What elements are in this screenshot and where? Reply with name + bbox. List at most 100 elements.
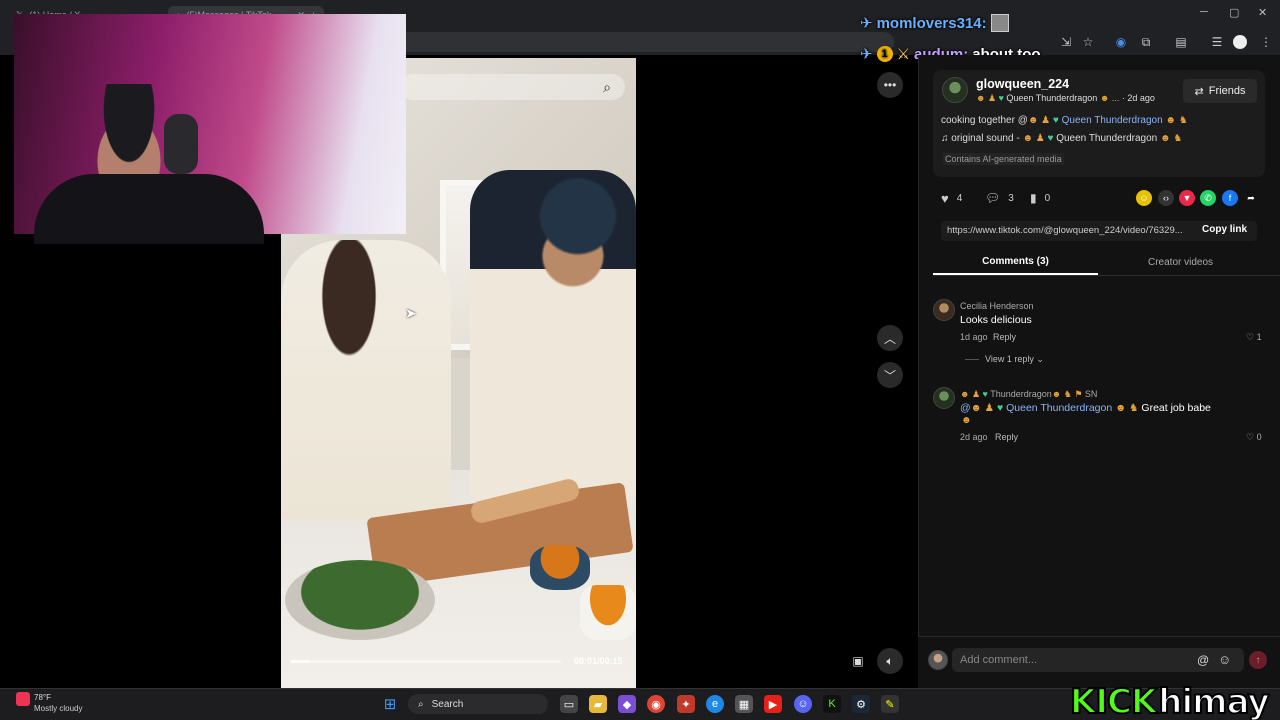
divider [965, 359, 979, 360]
heart-emoji-icon: ♥ [1047, 133, 1057, 144]
edge-icon[interactable]: e [706, 695, 724, 713]
comment-text: Looks delicious [960, 314, 1032, 326]
tab-comments[interactable]: Comments (3) [933, 250, 1098, 275]
post-url[interactable]: https://www.tiktok.com/@glowqueen_224/vi… [947, 225, 1197, 236]
bookmark-icon: ▮ [1030, 191, 1037, 205]
youtube-icon[interactable]: ▶ [764, 695, 782, 713]
bookmark-star-icon[interactable]: ☆ [1080, 34, 1096, 50]
music-note-icon: ♫ [941, 133, 952, 144]
windows-start-icon[interactable]: ⊞ [381, 695, 399, 713]
user-avatar[interactable] [928, 650, 948, 670]
reply-button[interactable]: Reply [995, 432, 1018, 442]
maximize-icon[interactable]: ▢ [1229, 6, 1239, 19]
file-explorer-icon[interactable]: ▰ [589, 695, 607, 713]
heart-outline-icon: ♡ [1246, 432, 1255, 442]
pip-icon[interactable]: ▣ [845, 648, 871, 674]
post-sound[interactable]: ♫ original sound - ☻ ♟ ♥ Queen Thunderdr… [941, 133, 1182, 144]
volume-icon[interactable]: 🔈︎ [877, 648, 903, 674]
sidebar-icon[interactable]: ▤ [1173, 34, 1189, 50]
emoji-icon: ☻ ♟ [960, 389, 983, 399]
comment-author[interactable]: ☻ ♟ ♥ Thunderdragon☻ ♞ ⚑ SN [960, 389, 1097, 400]
whatsapp-icon[interactable]: ✆ [1200, 190, 1216, 206]
comment-author[interactable]: Cecilia Henderson [960, 301, 1034, 311]
comment-text: @☻ ♟ ♥ Queen Thunderdragon ☻ ♞ Great job… [960, 402, 1211, 414]
weather-temp[interactable]: 78°F [34, 693, 51, 702]
discord-icon[interactable]: ☺ [794, 695, 812, 713]
video-spice-bowl [530, 545, 590, 590]
avatar[interactable] [1233, 35, 1247, 49]
comment-age: 1d ago [960, 332, 988, 342]
chevron-down-icon[interactable]: ﹀ [877, 362, 903, 388]
heart-emoji-icon: ♥ [1052, 115, 1062, 126]
menu-icon[interactable]: ⋮ [1258, 34, 1274, 50]
emoji-share-icon[interactable]: ☺ [1136, 190, 1152, 206]
tab-creator-videos[interactable]: Creator videos [1098, 250, 1263, 275]
weather-desc[interactable]: Mostly cloudy [34, 704, 82, 713]
author-subline: ☻ ♟ ♥ Queen Thunderdragon ☻ ... · 2d ago [976, 93, 1155, 103]
search-icon[interactable]: ⌕ [598, 78, 616, 96]
rocket-badge-icon: ✈ [860, 15, 873, 32]
search-input[interactable] [400, 74, 625, 100]
chevron-down-icon: ⌄ [1036, 354, 1044, 364]
steam-icon[interactable]: ⚙ [852, 695, 870, 713]
comment-like[interactable]: ♡ 0 [1246, 432, 1262, 443]
comment-like[interactable]: ♡ 1 [1246, 332, 1262, 343]
comment-icon: 💬︎ [985, 191, 1001, 205]
comment-avatar[interactable] [933, 387, 955, 409]
save-action[interactable]: ▮ 0 [1030, 191, 1050, 205]
author-avatar[interactable] [942, 77, 968, 103]
like-action[interactable]: ♥ 4 [941, 191, 962, 206]
kick-logo: KICK himay [1069, 682, 1271, 720]
chat-line-1: ✈ momlovers314: [860, 14, 1009, 32]
video-progress-track[interactable] [291, 660, 561, 663]
comment-age: 2d ago [960, 432, 988, 442]
app-icon[interactable]: ✦ [677, 695, 695, 713]
swap-icon: ⇄ [1194, 85, 1204, 98]
emote-icon [990, 14, 1009, 32]
divider [933, 275, 1280, 276]
video-progress-fill [291, 660, 310, 663]
taskbar-search[interactable]: ⌕ Search [408, 694, 548, 714]
mention-icon[interactable]: @ [1197, 653, 1209, 667]
comment-action[interactable]: 💬︎ 3 [985, 191, 1014, 205]
author-username[interactable]: glowqueen_224 [976, 77, 1069, 91]
emoji-picker-icon[interactable]: ☺ [1218, 652, 1231, 667]
friends-button[interactable]: ⇄ Friends [1183, 79, 1257, 103]
mouse-cursor-icon: ➤ [405, 305, 417, 321]
puzzle-icon[interactable]: ⧉ [1138, 34, 1154, 50]
kick-app-icon[interactable]: K [823, 695, 841, 713]
share-arrow-icon[interactable]: ➦ [1243, 190, 1259, 206]
emoji-icon: ☻ ♞ ⚑ [1051, 389, 1085, 399]
profile-icon[interactable]: ☰ [1209, 34, 1225, 50]
chrome-icon[interactable]: ◉ [647, 695, 665, 713]
close-window-icon[interactable]: ✕ [1258, 6, 1267, 19]
embed-icon[interactable]: ‹› [1158, 190, 1174, 206]
view-replies-button[interactable]: View 1 reply ⌄ [985, 354, 1044, 365]
send-to-friend-icon[interactable]: ▼ [1179, 190, 1195, 206]
copilot-icon[interactable]: ◆ [618, 695, 636, 713]
minimize-icon[interactable]: ─ [1200, 6, 1208, 18]
copy-link-button[interactable]: Copy link [1202, 224, 1247, 235]
more-options-icon[interactable]: ••• [877, 72, 903, 98]
extension-icon[interactable]: ◉ [1113, 34, 1129, 50]
emoji-icon: ☻ ♟ [1022, 133, 1048, 144]
emoji-icon: ☻ ♞ [1157, 133, 1183, 144]
caption-mention-link[interactable]: Queen Thunderdragon [1062, 115, 1163, 126]
streamer-body [34, 174, 264, 244]
search-icon: ⌕ [418, 698, 424, 710]
install-icon[interactable]: ⇲ [1058, 34, 1074, 50]
reply-button[interactable]: Reply [993, 332, 1016, 342]
chevron-up-icon[interactable]: ︿ [877, 325, 903, 351]
emoji-icon: ☻ ♞ [1112, 402, 1142, 414]
video-greens-bowl [285, 560, 435, 640]
facebook-icon[interactable]: f [1222, 190, 1238, 206]
headset [164, 114, 198, 174]
task-view-icon[interactable]: ▭ [560, 695, 578, 713]
weather-icon[interactable] [16, 692, 30, 706]
comment-mention-link[interactable]: Queen Thunderdragon [1006, 402, 1112, 414]
store-icon[interactable]: ▦ [735, 695, 753, 713]
comment-avatar[interactable] [933, 299, 955, 321]
post-caption: cooking together @☻ ♟ ♥ Queen Thunderdra… [941, 115, 1188, 126]
send-button[interactable]: ↑ [1249, 651, 1267, 669]
app-icon[interactable]: ✎ [881, 695, 899, 713]
